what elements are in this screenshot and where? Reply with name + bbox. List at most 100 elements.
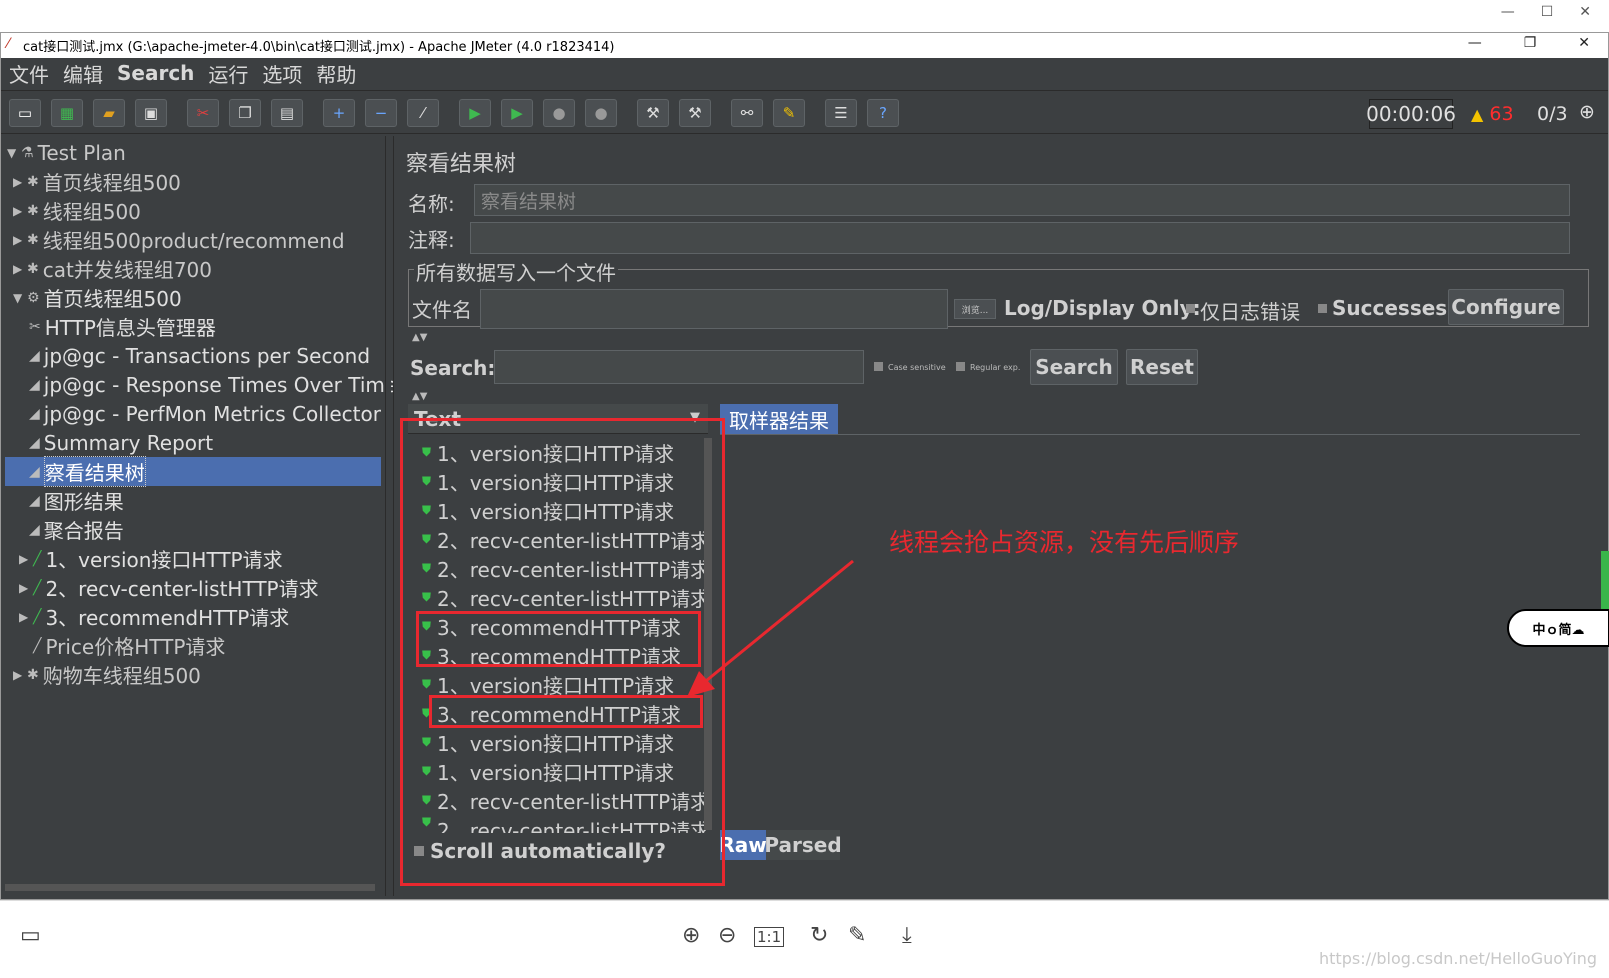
tab-sampler-result[interactable]: 取样器结果: [720, 404, 838, 434]
expand-icon[interactable]: +: [323, 99, 355, 127]
expand-arrow-icon[interactable]: ▶: [13, 668, 27, 682]
menu-search[interactable]: Search: [117, 61, 194, 85]
tree-item-test-plan[interactable]: ▼ ⚗ Test Plan: [7, 138, 126, 167]
expand-arrow-icon[interactable]: ▶: [19, 581, 33, 595]
tree-item-thread-group[interactable]: ▶ ✱ cat并发线程组700: [13, 254, 212, 283]
expand-arrow-icon[interactable]: ▶: [13, 233, 27, 247]
outer-minimize-button[interactable]: —: [1501, 4, 1515, 20]
active-threads: 0/3: [1537, 103, 1568, 125]
wrench-icon: ✂: [29, 318, 41, 335]
outer-window-controls: — ☐ ✕: [1501, 4, 1591, 20]
zoom-out-icon[interactable]: ⊖: [718, 923, 736, 948]
menu-help[interactable]: 帮助: [316, 59, 356, 88]
clear-all-icon[interactable]: ⚒: [679, 99, 711, 127]
ime-badge[interactable]: 中ｏ简☁: [1507, 609, 1609, 647]
paste-icon[interactable]: ▤: [271, 99, 303, 127]
pipette-icon: ╱: [33, 579, 42, 596]
expand-arrow-icon[interactable]: ▼: [13, 291, 27, 305]
tree-item-thread-group[interactable]: ▼ ⚙ 首页线程组500: [13, 283, 182, 312]
outer-maximize-button[interactable]: ☐: [1541, 4, 1554, 20]
expand-arrow-icon[interactable]: ▶: [19, 552, 33, 566]
warning-indicator[interactable]: ▲ 63: [1471, 103, 1514, 125]
splitter[interactable]: [385, 136, 391, 896]
browse-button[interactable]: 浏览...: [954, 299, 996, 319]
outer-close-button[interactable]: ✕: [1579, 4, 1591, 20]
expand-arrow-icon[interactable]: ▶: [13, 262, 27, 276]
close-button[interactable]: ✕: [1578, 35, 1590, 51]
download-icon[interactable]: ⤓: [902, 923, 912, 948]
edit-pencil-icon[interactable]: ✎: [848, 923, 866, 948]
shutdown-icon[interactable]: ●: [585, 99, 617, 127]
graph-icon: ◢: [29, 434, 40, 451]
comment-field[interactable]: [470, 222, 1570, 254]
tree-horizontal-scrollbar[interactable]: [5, 884, 375, 891]
help-icon[interactable]: ?: [867, 99, 899, 127]
tree-item-sampler[interactable]: ▶ ╱ 2、recv-center-listHTTP请求: [19, 573, 319, 602]
tree-item-thread-group[interactable]: ▶ ✱ 购物车线程组500: [13, 660, 201, 689]
case-sensitive-checkbox[interactable]: [874, 362, 883, 371]
restore-button[interactable]: ❐: [1524, 35, 1537, 51]
cut-icon[interactable]: ✂: [187, 99, 219, 127]
expand-arrow-icon[interactable]: ▶: [13, 175, 27, 189]
menu-options[interactable]: 选项: [262, 59, 302, 88]
graph-icon: ◢: [29, 492, 40, 509]
menu-run[interactable]: 运行: [208, 59, 248, 88]
tree-item-view-results-tree[interactable]: ◢ 察看结果树: [5, 456, 381, 487]
rotate-icon[interactable]: ↻: [810, 923, 828, 948]
tree-item-header-manager[interactable]: ✂ HTTP信息头管理器: [29, 312, 216, 341]
tree-item-thread-group[interactable]: ▶ ✱ 线程组500: [13, 196, 141, 225]
expand-arrow-icon[interactable]: ▼: [7, 146, 21, 160]
graph-icon: ◢: [29, 521, 40, 538]
toggle-icon[interactable]: ⁄: [407, 99, 439, 127]
gear-icon: ⚙: [27, 289, 40, 306]
function-helper-icon[interactable]: ☰: [825, 99, 857, 127]
tree-item-thread-group[interactable]: ▶ ✱ 首页线程组500: [13, 167, 181, 196]
zoom-in-icon[interactable]: ⊕: [682, 923, 700, 948]
remote-globe-icon[interactable]: ⊕: [1579, 101, 1595, 123]
search-button[interactable]: Search: [1030, 349, 1118, 385]
search-input[interactable]: [494, 350, 864, 384]
tab-parsed[interactable]: Parsed: [764, 830, 842, 860]
tree-item-listener[interactable]: ◢ 聚合报告: [29, 515, 124, 544]
reset-button[interactable]: Reset: [1126, 349, 1198, 385]
reset-search-icon[interactable]: ✎: [773, 99, 805, 127]
tree-item-sampler[interactable]: ▶ ╱ 3、recommendHTTP请求: [19, 602, 289, 631]
tree-item-sampler-disabled[interactable]: ╱ Price价格HTTP请求: [33, 631, 225, 660]
tree-item-sampler[interactable]: ▶ ╱ 1、version接口HTTP请求: [19, 544, 283, 573]
collapse-arrows-icon[interactable]: ▲▼: [412, 332, 427, 343]
tree-item-listener[interactable]: ◢ jp@gc - Transactions per Second: [29, 341, 370, 370]
start-no-pause-icon[interactable]: ▶: [501, 99, 533, 127]
pipette-icon: ╱: [33, 550, 42, 567]
actual-size-icon[interactable]: 1:1: [754, 927, 785, 947]
expand-arrow-icon[interactable]: ▶: [13, 204, 27, 218]
errors-only-checkbox[interactable]: [1186, 304, 1195, 313]
clear-icon[interactable]: ⚒: [637, 99, 669, 127]
filename-field[interactable]: [480, 289, 948, 329]
start-icon[interactable]: ▶: [459, 99, 491, 127]
templates-icon[interactable]: ▦: [51, 99, 83, 127]
collapse-arrows-icon[interactable]: ▲▼: [412, 391, 427, 402]
menu-file[interactable]: 文件: [9, 59, 49, 88]
open-icon[interactable]: ▰: [93, 99, 125, 127]
configure-button[interactable]: Configure: [1448, 289, 1564, 325]
save-icon[interactable]: ▣: [135, 99, 167, 127]
watermark: https://blog.csdn.net/HelloGuoYing: [1319, 949, 1597, 968]
tree-item-listener[interactable]: ◢ 图形结果: [29, 486, 124, 515]
regex-checkbox[interactable]: [956, 362, 965, 371]
tree-item-listener[interactable]: ◢ Summary Report: [29, 428, 213, 457]
new-icon[interactable]: ▭: [9, 99, 41, 127]
tab-raw[interactable]: Raw: [719, 830, 767, 860]
successes-checkbox[interactable]: [1318, 304, 1327, 313]
expand-arrow-icon[interactable]: ▶: [19, 610, 33, 624]
tree-item-listener[interactable]: ◢ jp@gc - Response Times Over Time: [29, 370, 397, 399]
stop-icon[interactable]: ●: [543, 99, 575, 127]
thumbnail-panel-icon[interactable]: ▭: [20, 923, 41, 948]
collapse-icon[interactable]: −: [365, 99, 397, 127]
tree-item-thread-group[interactable]: ▶ ✱ 线程组500product/recommend: [13, 225, 345, 254]
copy-icon[interactable]: ❐: [229, 99, 261, 127]
minimize-button[interactable]: —: [1468, 35, 1482, 51]
search-binoculars-icon[interactable]: ⚯: [731, 99, 763, 127]
name-field[interactable]: 察看结果树: [474, 184, 1570, 216]
tree-item-listener[interactable]: ◢ jp@gc - PerfMon Metrics Collector: [29, 399, 381, 428]
menu-edit[interactable]: 编辑: [63, 59, 103, 88]
